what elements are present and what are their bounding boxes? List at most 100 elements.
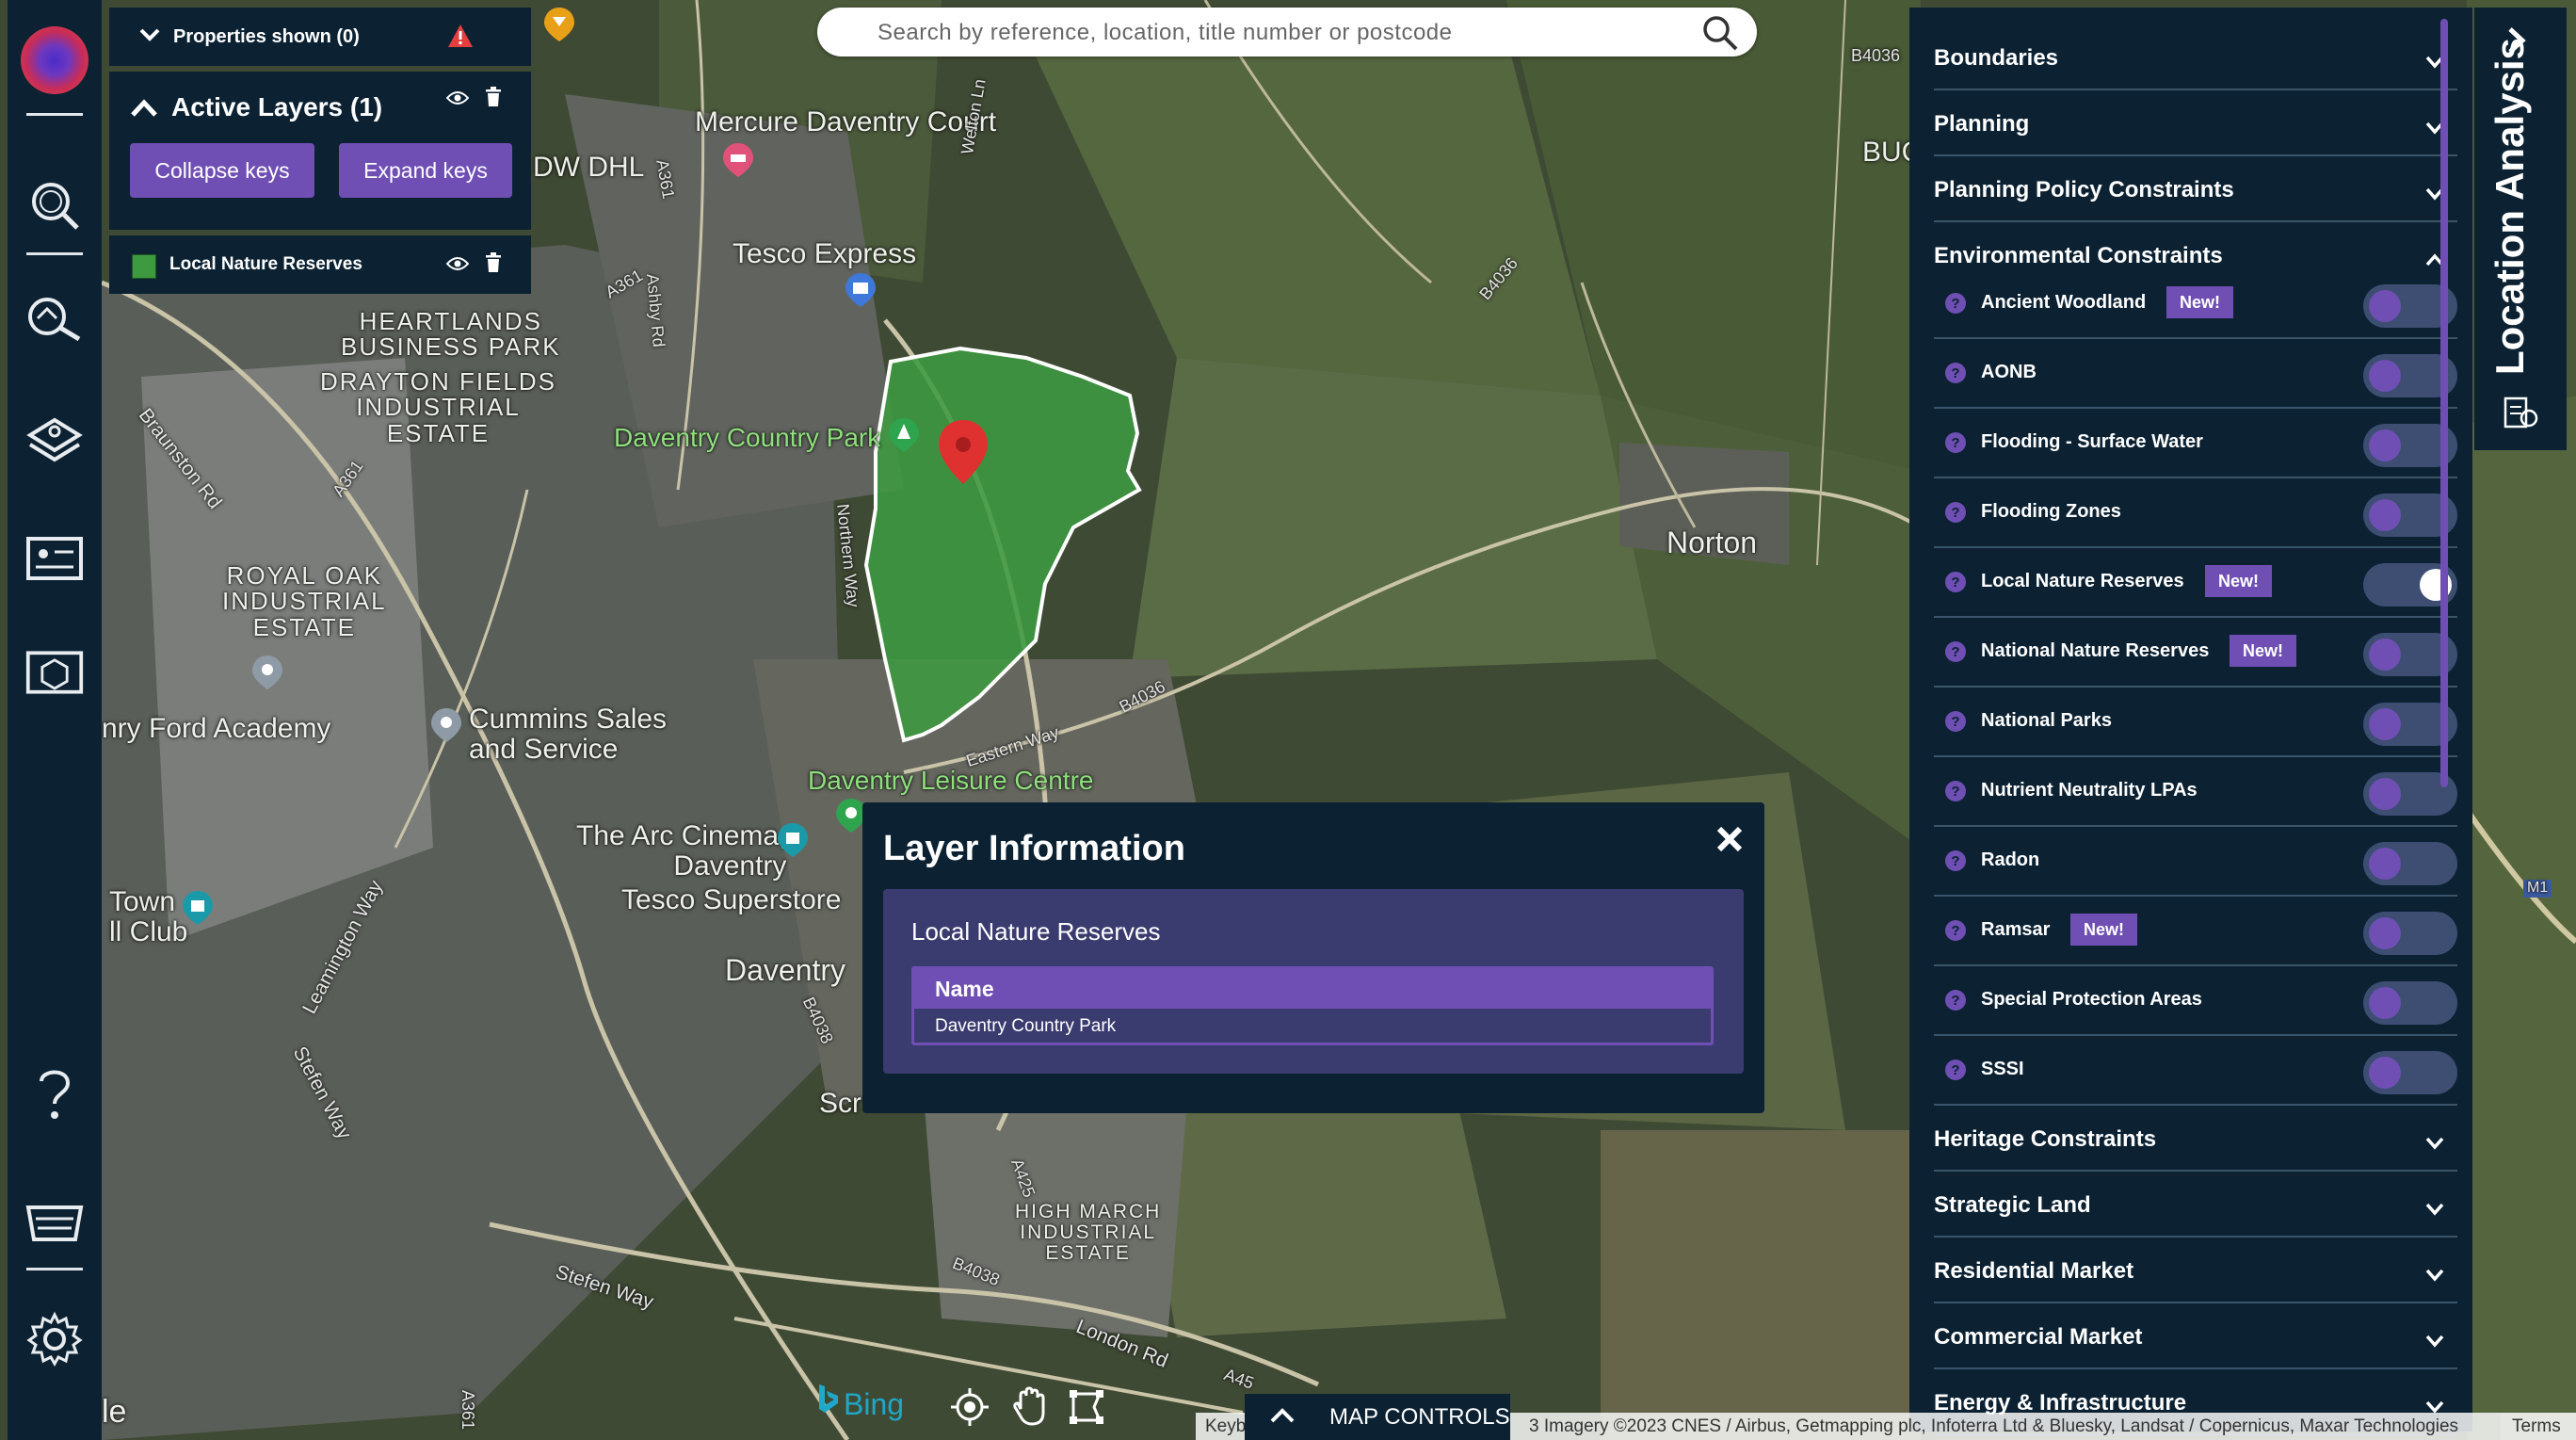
toggle-knob [2369, 987, 2401, 1019]
active-layer-row[interactable]: Local Nature Reserves [109, 235, 531, 294]
report-icon[interactable] [24, 529, 85, 590]
active-layers-title: Active Layers (1) [171, 92, 383, 121]
toggle-knob [2369, 429, 2401, 461]
layer-item-label: Flooding Zones [1981, 501, 2121, 522]
help-icon[interactable]: ? [1945, 990, 1966, 1011]
layer-item-label: Ramsar [1981, 919, 2051, 940]
properties-bar[interactable]: Properties shown (0) [109, 8, 531, 66]
draw-icon[interactable] [1064, 1384, 1109, 1430]
map-label-mercure: Mercure Daventry Court [695, 106, 997, 138]
map-label-daventry: Daventry [725, 953, 846, 987]
sidebar-divider [26, 1268, 83, 1270]
properties-shown-label: Properties shown (0) [173, 25, 360, 47]
layer-item-label: Special Protection Areas [1981, 989, 2202, 1010]
road-label-m1: M1 [2523, 880, 2552, 898]
help-icon[interactable]: ? [1945, 293, 1966, 314]
layer-name: Local Nature Reserves [911, 917, 1161, 946]
package-icon[interactable] [24, 642, 85, 703]
map-label-le: le [102, 1394, 127, 1430]
layers-panel: Boundaries Planning Planning Policy Constr… [1909, 8, 2472, 1435]
crosshair-icon[interactable] [947, 1384, 992, 1430]
terms-link[interactable]: Terms [2501, 1413, 2576, 1440]
new-badge: New! [2230, 635, 2297, 667]
help-icon[interactable]: ? [1945, 781, 1966, 801]
search-input[interactable] [876, 15, 1670, 51]
cinema-pin-icon[interactable] [774, 821, 812, 859]
chevron-down-icon[interactable] [2425, 1130, 2444, 1157]
help-icon[interactable]: ? [1945, 432, 1966, 453]
settings-icon[interactable] [24, 1309, 85, 1369]
layer-item-national-nature-reserves: ? National Nature Reserves New! [1934, 618, 2457, 688]
hand-icon[interactable] [1007, 1384, 1053, 1430]
active-layer-name: Local Nature Reserves [169, 254, 362, 274]
layer-toggle[interactable] [2363, 842, 2457, 885]
help-icon[interactable]: ? [1945, 363, 1966, 383]
section-label: Heritage Constraints [1934, 1126, 2157, 1152]
layer-toggle[interactable] [2363, 1051, 2457, 1094]
section-commercial-market[interactable]: Commercial Market [1934, 1303, 2457, 1369]
chevron-up-icon[interactable] [130, 98, 158, 123]
help-icon[interactable]: ? [1945, 920, 1966, 941]
expand-keys-button[interactable]: Expand keys [339, 143, 512, 198]
layer-item-flooding-surface-water: ? Flooding - Surface Water [1934, 409, 2457, 478]
terms-label: Terms [2512, 1416, 2561, 1436]
help-icon[interactable]: ? [1945, 502, 1966, 523]
basket-icon[interactable] [24, 1189, 85, 1249]
school-pin-icon[interactable] [249, 654, 286, 691]
map-label-arc-cinema: The Arc Cinema, Daventry [576, 820, 787, 882]
chevron-down-icon[interactable] [2425, 1328, 2444, 1354]
help-icon[interactable]: ? [1945, 572, 1966, 592]
help-icon[interactable]: ? [1945, 711, 1966, 732]
club-pin-icon[interactable] [179, 889, 217, 927]
trash-icon[interactable] [484, 252, 503, 278]
keyboard-shortcuts-link[interactable]: Keyb [1205, 1416, 1246, 1437]
layer-toggle[interactable] [2363, 981, 2457, 1025]
eye-icon[interactable] [445, 256, 470, 276]
warning-icon[interactable] [446, 23, 475, 54]
section-planning-policy-constraints[interactable]: Planning Policy Constraints [1934, 156, 2457, 222]
layer-item-nutrient-neutrality-lpas: ? Nutrient Neutrality LPAs [1934, 757, 2457, 827]
map-label-tesco-express: Tesco Express [733, 238, 917, 269]
section-planning[interactable]: Planning [1934, 90, 2457, 156]
eye-icon[interactable] [445, 90, 470, 110]
section-residential-market[interactable]: Residential Market [1934, 1238, 2457, 1303]
trash-icon[interactable] [484, 87, 503, 112]
business-pin-icon[interactable] [427, 706, 465, 744]
section-heritage-constraints[interactable]: Heritage Constraints [1934, 1106, 2457, 1172]
layers-scrollbar[interactable] [2440, 19, 2448, 787]
collapse-keys-button[interactable]: Collapse keys [130, 143, 314, 198]
hotel-pin-icon[interactable] [719, 141, 757, 179]
layer-item-ramsar: ? Ramsar New! [1934, 897, 2457, 966]
layer-item-label: Nutrient Neutrality LPAs [1981, 780, 2198, 801]
layers-icon[interactable] [24, 413, 85, 473]
active-layers-panel: Active Layers (1) Collapse keys Expand k… [109, 72, 531, 230]
map-controls-button[interactable]: MAP CONTROLS [1245, 1394, 1510, 1440]
help-icon[interactable]: ? [1945, 641, 1966, 662]
bar-pin-icon[interactable] [540, 6, 578, 43]
toggle-knob [2369, 708, 2401, 740]
toggle-knob [2369, 639, 2401, 671]
help-icon[interactable]: ? [1945, 850, 1966, 871]
help-icon[interactable] [24, 1064, 85, 1124]
location-report-icon[interactable] [2503, 394, 2540, 436]
property-search-icon[interactable] [24, 288, 85, 348]
section-label: Residential Market [1934, 1258, 2134, 1284]
park-pin-icon[interactable] [885, 416, 923, 454]
layer-item-radon: ? Radon [1934, 827, 2457, 897]
close-icon[interactable] [1715, 825, 1744, 858]
chevron-down-icon[interactable] [2425, 1196, 2444, 1222]
section-boundaries[interactable]: Boundaries [1934, 24, 2457, 90]
new-badge: New! [2166, 286, 2234, 318]
layer-toggle[interactable] [2363, 912, 2457, 955]
table-cell: Daventry Country Park [935, 1016, 1117, 1036]
shop-pin-icon[interactable] [842, 271, 879, 309]
chevron-down-icon[interactable] [2425, 1262, 2444, 1288]
chevron-down-icon[interactable] [139, 27, 160, 47]
search-icon[interactable] [24, 175, 85, 235]
app-logo[interactable] [21, 26, 89, 94]
map-label-leisure-centre: Daventry Leisure Centre [808, 766, 1094, 795]
section-strategic-land[interactable]: Strategic Land [1934, 1172, 2457, 1238]
help-icon[interactable]: ? [1945, 1060, 1966, 1080]
search-icon[interactable] [1700, 13, 1740, 57]
location-analysis-tab[interactable]: Location Analysis [2474, 8, 2567, 450]
